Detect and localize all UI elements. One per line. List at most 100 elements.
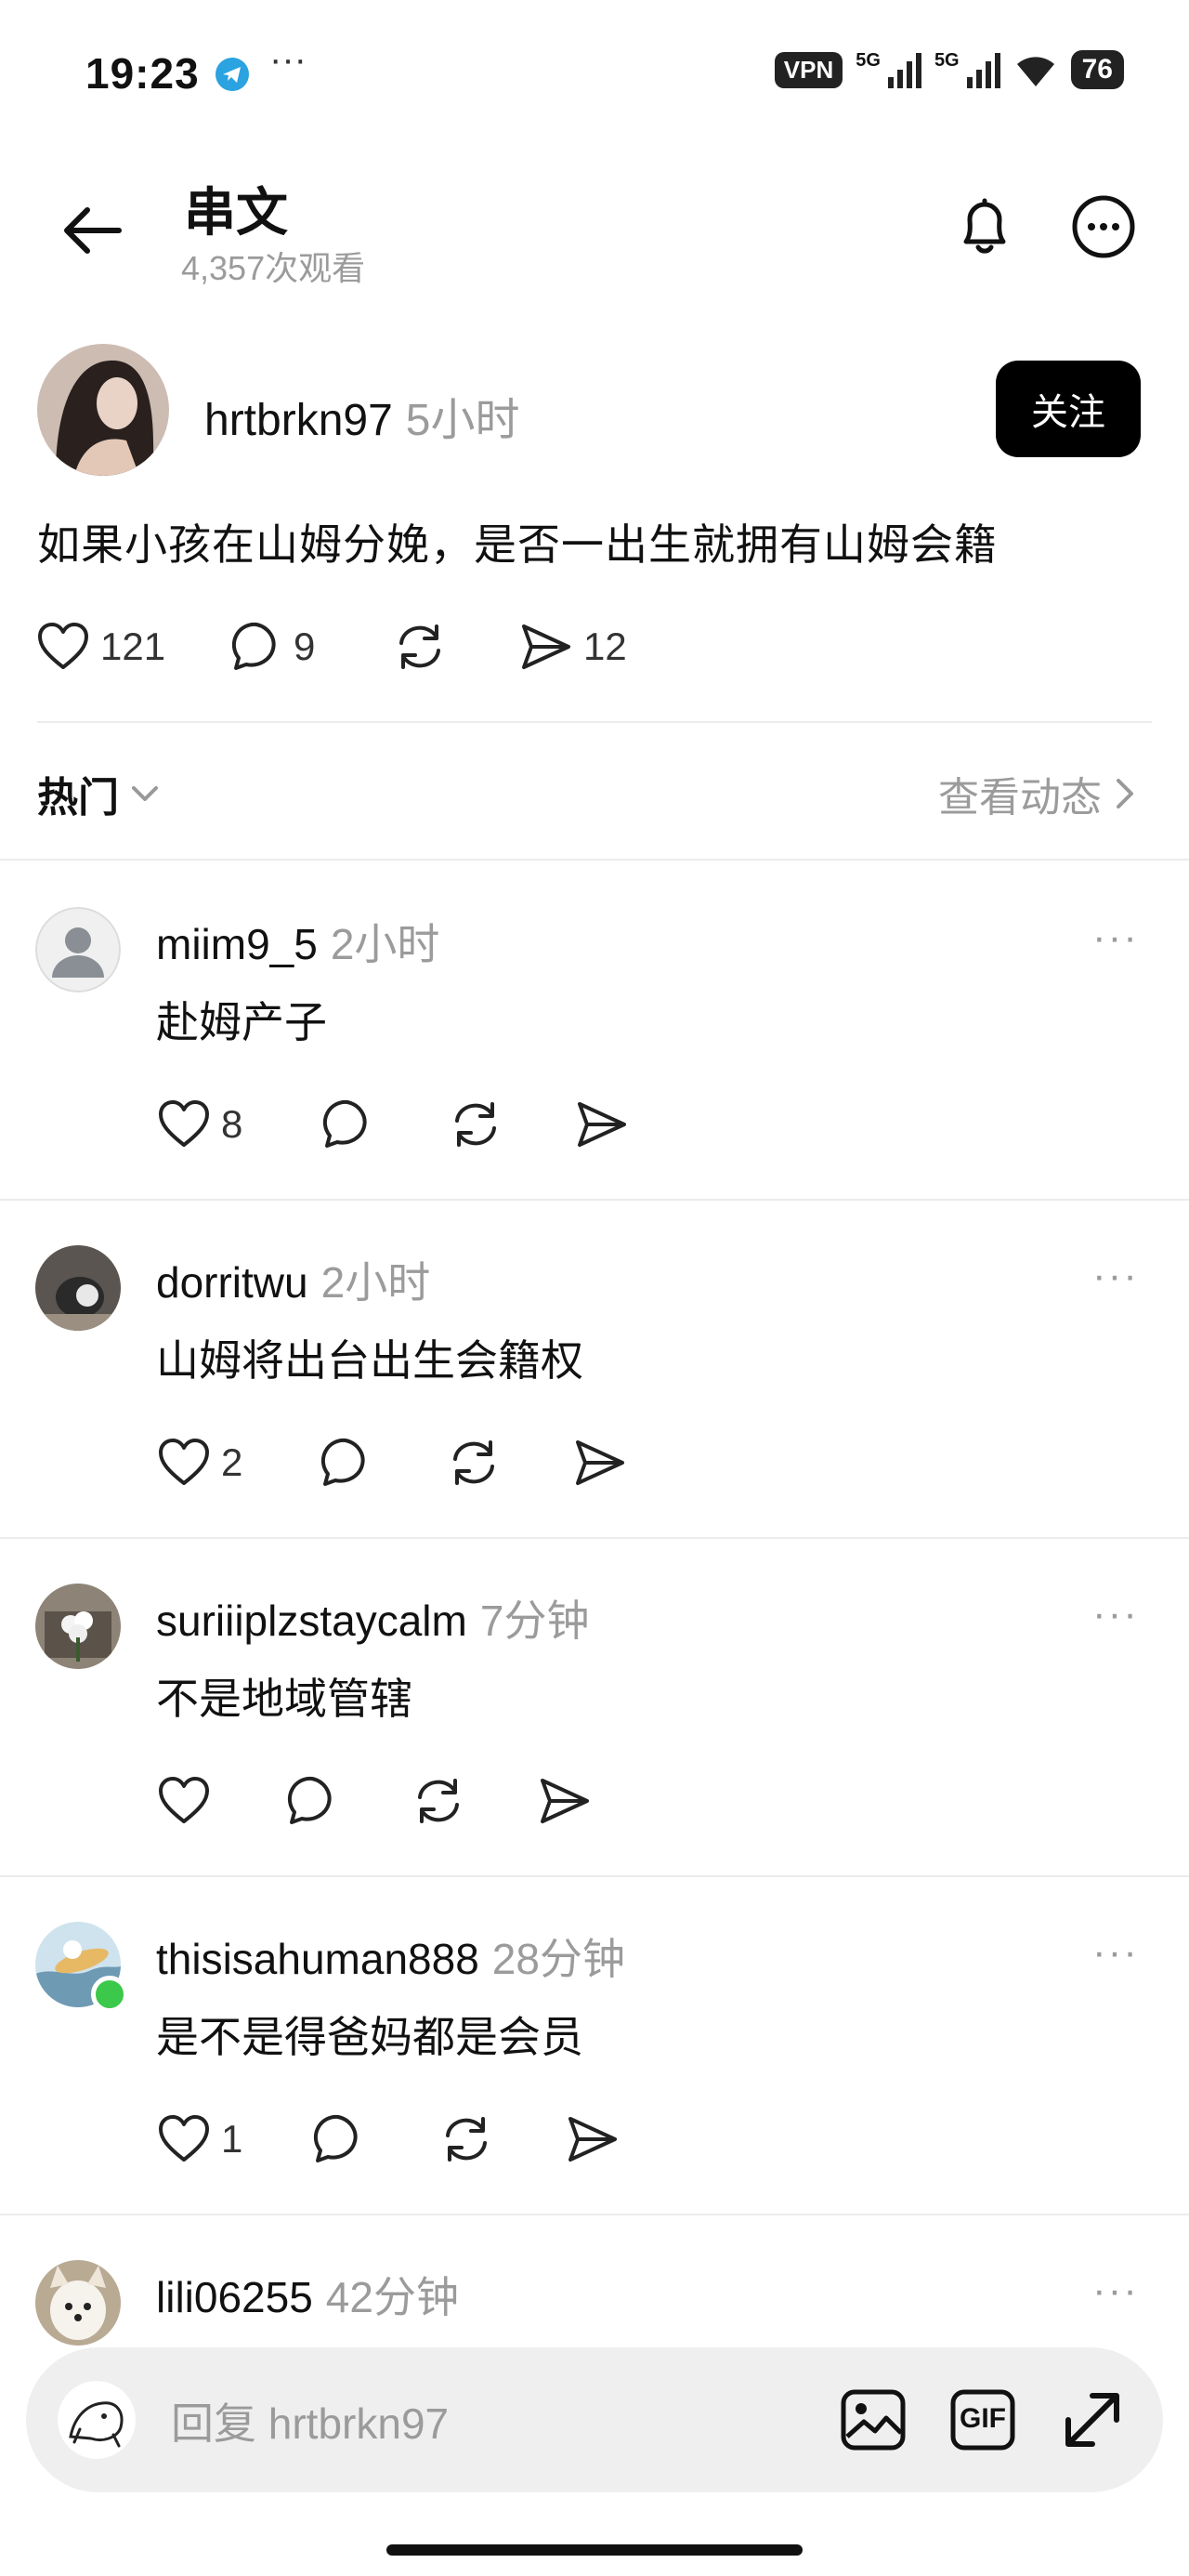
telegram-icon [216, 58, 249, 91]
back-button[interactable] [56, 193, 130, 268]
comment-icon [313, 2114, 358, 2162]
view-activity-link[interactable]: 查看动态 [938, 764, 1139, 823]
reply-text: 是不是得爸妈都是会员 [156, 2013, 583, 2061]
expand-composer-button[interactable] [1055, 2383, 1130, 2457]
post-username[interactable]: hrtbrkn97 [204, 396, 393, 445]
reply-more-button[interactable]: ··· [1092, 914, 1139, 961]
reply-share-button[interactable] [537, 1773, 593, 1829]
view-count: 4,357次观看 [181, 249, 366, 287]
reply-header: miim9_5 2小时 [156, 911, 439, 972]
author-avatar[interactable] [37, 344, 169, 476]
reply-comment-button[interactable] [320, 1097, 375, 1152]
reply-repost-button[interactable] [446, 1435, 502, 1491]
follow-button[interactable]: 关注 [996, 361, 1141, 457]
arrow-left-icon [64, 207, 122, 254]
reply-input[interactable]: 回复 hrtbrkn97 [171, 2390, 449, 2451]
page-title: 串文 [184, 183, 288, 242]
send-icon [578, 1102, 626, 1147]
reply-more-button[interactable]: ··· [1092, 2267, 1139, 2314]
reply-like-button[interactable]: 2 [156, 1435, 242, 1491]
comment-icon [322, 1099, 367, 1148]
reply-like-count: 8 [221, 1102, 243, 1146]
reply-more-button[interactable]: ··· [1092, 1929, 1139, 1976]
post-repost-button[interactable] [392, 619, 448, 675]
reply-username[interactable]: thisisahuman888 [156, 1935, 479, 1983]
post-like-button[interactable]: 121 [35, 619, 165, 675]
reply-comment-button[interactable] [310, 2111, 366, 2167]
reply-username[interactable]: suriiiplzstaycalm [156, 1597, 467, 1645]
reply-share-button[interactable] [574, 1097, 630, 1152]
repost-icon [418, 1779, 459, 1823]
reply-timestamp: 28分钟 [491, 1935, 625, 1983]
reply-more-button[interactable]: ··· [1092, 1253, 1139, 1299]
reply-text: 赴姆产子 [156, 998, 327, 1046]
reply-username[interactable]: lili06255 [156, 2273, 313, 2321]
heart-icon [159, 2115, 209, 2162]
reply-timestamp: 2小时 [320, 1258, 431, 1307]
gif-button[interactable]: GIF [947, 2385, 1018, 2455]
reply-more-button[interactable]: ··· [1092, 1591, 1139, 1637]
reply-avatar[interactable] [35, 907, 121, 992]
reply-text: 山姆将出台出生会籍权 [156, 1336, 583, 1385]
reply-avatar[interactable] [35, 1584, 121, 1669]
reply-divider [0, 1875, 1189, 1877]
comment-icon [287, 1776, 332, 1824]
gif-label: GIF [960, 2403, 1006, 2434]
reply-like-count: 1 [221, 2117, 243, 2161]
network-label-2: 5G [934, 50, 960, 71]
heart-icon [159, 1777, 209, 1823]
send-icon [568, 2117, 617, 2162]
sort-label: 热门 [37, 775, 119, 821]
status-indicators: VPN 5G 5G 76 [774, 50, 1124, 89]
post-author[interactable]: hrtbrkn97 5小时 [204, 383, 519, 448]
reply-comment-button[interactable] [318, 1435, 373, 1491]
bell-icon [963, 198, 1006, 254]
post-share-count: 12 [583, 624, 627, 668]
heart-icon [159, 1100, 209, 1147]
post-comment-count: 9 [294, 624, 316, 668]
composer-avatar [58, 2381, 136, 2459]
repost-icon [399, 624, 440, 669]
reply-repost-button[interactable] [438, 2111, 494, 2167]
send-icon [522, 624, 570, 669]
reply-username[interactable]: dorritwu [156, 1258, 308, 1307]
expand-icon [1065, 2393, 1119, 2447]
repost-icon [455, 1102, 496, 1147]
section-divider [0, 859, 1189, 861]
send-icon [541, 1779, 589, 1823]
reply-like-button[interactable] [156, 1773, 212, 1829]
reply-username[interactable]: miim9_5 [156, 920, 318, 968]
send-icon [576, 1440, 624, 1485]
notifications-button[interactable] [947, 190, 1022, 264]
status-overflow-dots: ··· [269, 39, 307, 80]
heart-icon [38, 623, 88, 669]
reply-like-button[interactable]: 8 [156, 1097, 242, 1152]
reply-share-button[interactable] [572, 1435, 628, 1491]
reply-avatar[interactable] [35, 2260, 121, 2346]
reply-comment-button[interactable] [284, 1773, 340, 1829]
network-label-1: 5G [856, 50, 881, 71]
reply-like-count: 2 [221, 1440, 243, 1484]
more-options-button[interactable] [1066, 190, 1141, 264]
image-icon [841, 2389, 906, 2451]
post-text: 如果小孩在山姆分娩，是否一出生就拥有山姆会籍 [37, 520, 998, 569]
more-circle-icon [1072, 195, 1135, 258]
post-timestamp: 5小时 [405, 396, 520, 445]
repost-icon [446, 2117, 487, 2162]
home-indicator[interactable] [386, 2544, 803, 2556]
reply-share-button[interactable] [565, 2111, 621, 2167]
post-share-button[interactable]: 12 [518, 619, 627, 675]
reply-like-button[interactable]: 1 [156, 2111, 242, 2167]
vpn-badge: VPN [774, 51, 843, 88]
reply-divider [0, 1199, 1189, 1201]
post-comment-button[interactable]: 9 [229, 619, 315, 675]
reply-avatar[interactable] [35, 1245, 121, 1331]
reply-repost-button[interactable] [448, 1097, 503, 1152]
chevron-right-icon [1117, 779, 1133, 808]
reply-repost-button[interactable] [411, 1773, 466, 1829]
sort-dropdown[interactable]: 热门 [37, 764, 162, 823]
image-attach-button[interactable] [838, 2385, 908, 2455]
reply-header: thisisahuman888 28分钟 [156, 1925, 625, 1987]
reply-timestamp: 42分钟 [325, 2273, 459, 2321]
post-divider [37, 721, 1152, 723]
